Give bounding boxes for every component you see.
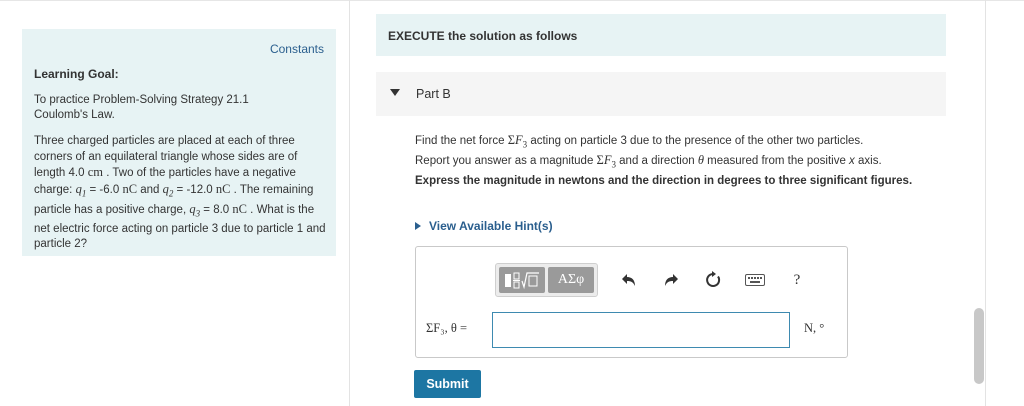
question-text-d: and a direction bbox=[615, 154, 698, 167]
magnitude-symbol: ΣF3 bbox=[596, 152, 616, 170]
answer-instruction: Express the magnitude in newtons and the… bbox=[415, 175, 913, 187]
collapse-arrow-icon[interactable] bbox=[390, 89, 400, 96]
reset-icon[interactable] bbox=[702, 269, 724, 291]
q1-value: = -6.0 bbox=[86, 183, 123, 196]
goal-line-2: Coulomb's Law. bbox=[34, 109, 115, 121]
net-force-symbol: ΣF3 bbox=[507, 133, 528, 150]
redo-icon[interactable] bbox=[660, 269, 682, 291]
unit-nc-3: nC bbox=[232, 201, 247, 216]
execute-banner: EXECUTE the solution as follows bbox=[376, 14, 946, 56]
question-text-a: Find the net force bbox=[415, 135, 508, 147]
q3-value: = 8.0 bbox=[200, 203, 233, 216]
templates-button[interactable] bbox=[499, 267, 545, 293]
problem-statement: Three charged particles are placed at ea… bbox=[34, 134, 330, 253]
answer-box: ΑΣφ ? ΣF₃, θ = N, ° bbox=[415, 246, 848, 358]
part-b-question: Find the net force ΣF3 acting on particl… bbox=[415, 133, 955, 172]
goal-line-1: To practice Problem-Solving Strategy 21.… bbox=[34, 94, 249, 106]
view-hints-label: View Available Hint(s) bbox=[429, 219, 553, 233]
q2-value: = -12.0 bbox=[173, 183, 216, 196]
unit-nc-1: nC bbox=[122, 181, 138, 196]
q3-symbol: q3 bbox=[189, 201, 201, 219]
question-line-1: Find the net force ΣF3 acting on particl… bbox=[415, 133, 955, 153]
question-line-2: Report you answer as a magnitude ΣF3 and… bbox=[415, 153, 955, 173]
right-border bbox=[985, 0, 986, 406]
constants-link[interactable]: Constants bbox=[270, 42, 324, 56]
fraction-radical-template-icon bbox=[505, 272, 539, 290]
greek-symbols-button[interactable]: ΑΣφ bbox=[548, 267, 594, 293]
expand-arrow-icon bbox=[415, 222, 421, 230]
submit-button[interactable]: Submit bbox=[414, 370, 481, 398]
math-toolbar: ΑΣφ ? bbox=[495, 263, 808, 297]
undo-icon[interactable] bbox=[618, 269, 640, 291]
top-border bbox=[0, 0, 1024, 1]
q1-symbol: q1 bbox=[75, 181, 87, 199]
part-b-label: Part B bbox=[416, 87, 451, 101]
keyboard-icon[interactable] bbox=[744, 269, 766, 291]
part-b-header[interactable]: Part B bbox=[376, 72, 946, 116]
template-button-group: ΑΣφ bbox=[495, 263, 598, 297]
execute-banner-text: EXECUTE the solution as follows bbox=[388, 29, 578, 43]
view-hints-link[interactable]: View Available Hint(s) bbox=[415, 219, 553, 233]
question-text-e: measured from the positive bbox=[703, 154, 850, 167]
q2-symbol: q2 bbox=[162, 181, 174, 199]
answer-units: N, ° bbox=[804, 321, 825, 335]
learning-goal-panel: Constants Learning Goal: To practice Pro… bbox=[22, 29, 336, 256]
learning-goal-text: To practice Problem-Solving Strategy 21.… bbox=[34, 93, 284, 123]
learning-goal-title: Learning Goal: bbox=[34, 67, 119, 81]
question-text-b: acting on particle 3 due to the presence… bbox=[527, 135, 864, 147]
problem-text-3: and bbox=[137, 183, 163, 196]
help-icon[interactable]: ? bbox=[786, 269, 808, 291]
answer-input[interactable] bbox=[492, 312, 790, 348]
unit-cm: cm bbox=[87, 165, 103, 179]
answer-label: ΣF₃, θ = bbox=[426, 321, 467, 335]
unit-nc-2: nC bbox=[215, 181, 231, 196]
question-text-f: axis. bbox=[854, 154, 882, 167]
question-text-c: Report you answer as a magnitude bbox=[415, 154, 597, 167]
column-divider bbox=[349, 0, 350, 406]
scrollbar-thumb[interactable] bbox=[974, 308, 984, 384]
